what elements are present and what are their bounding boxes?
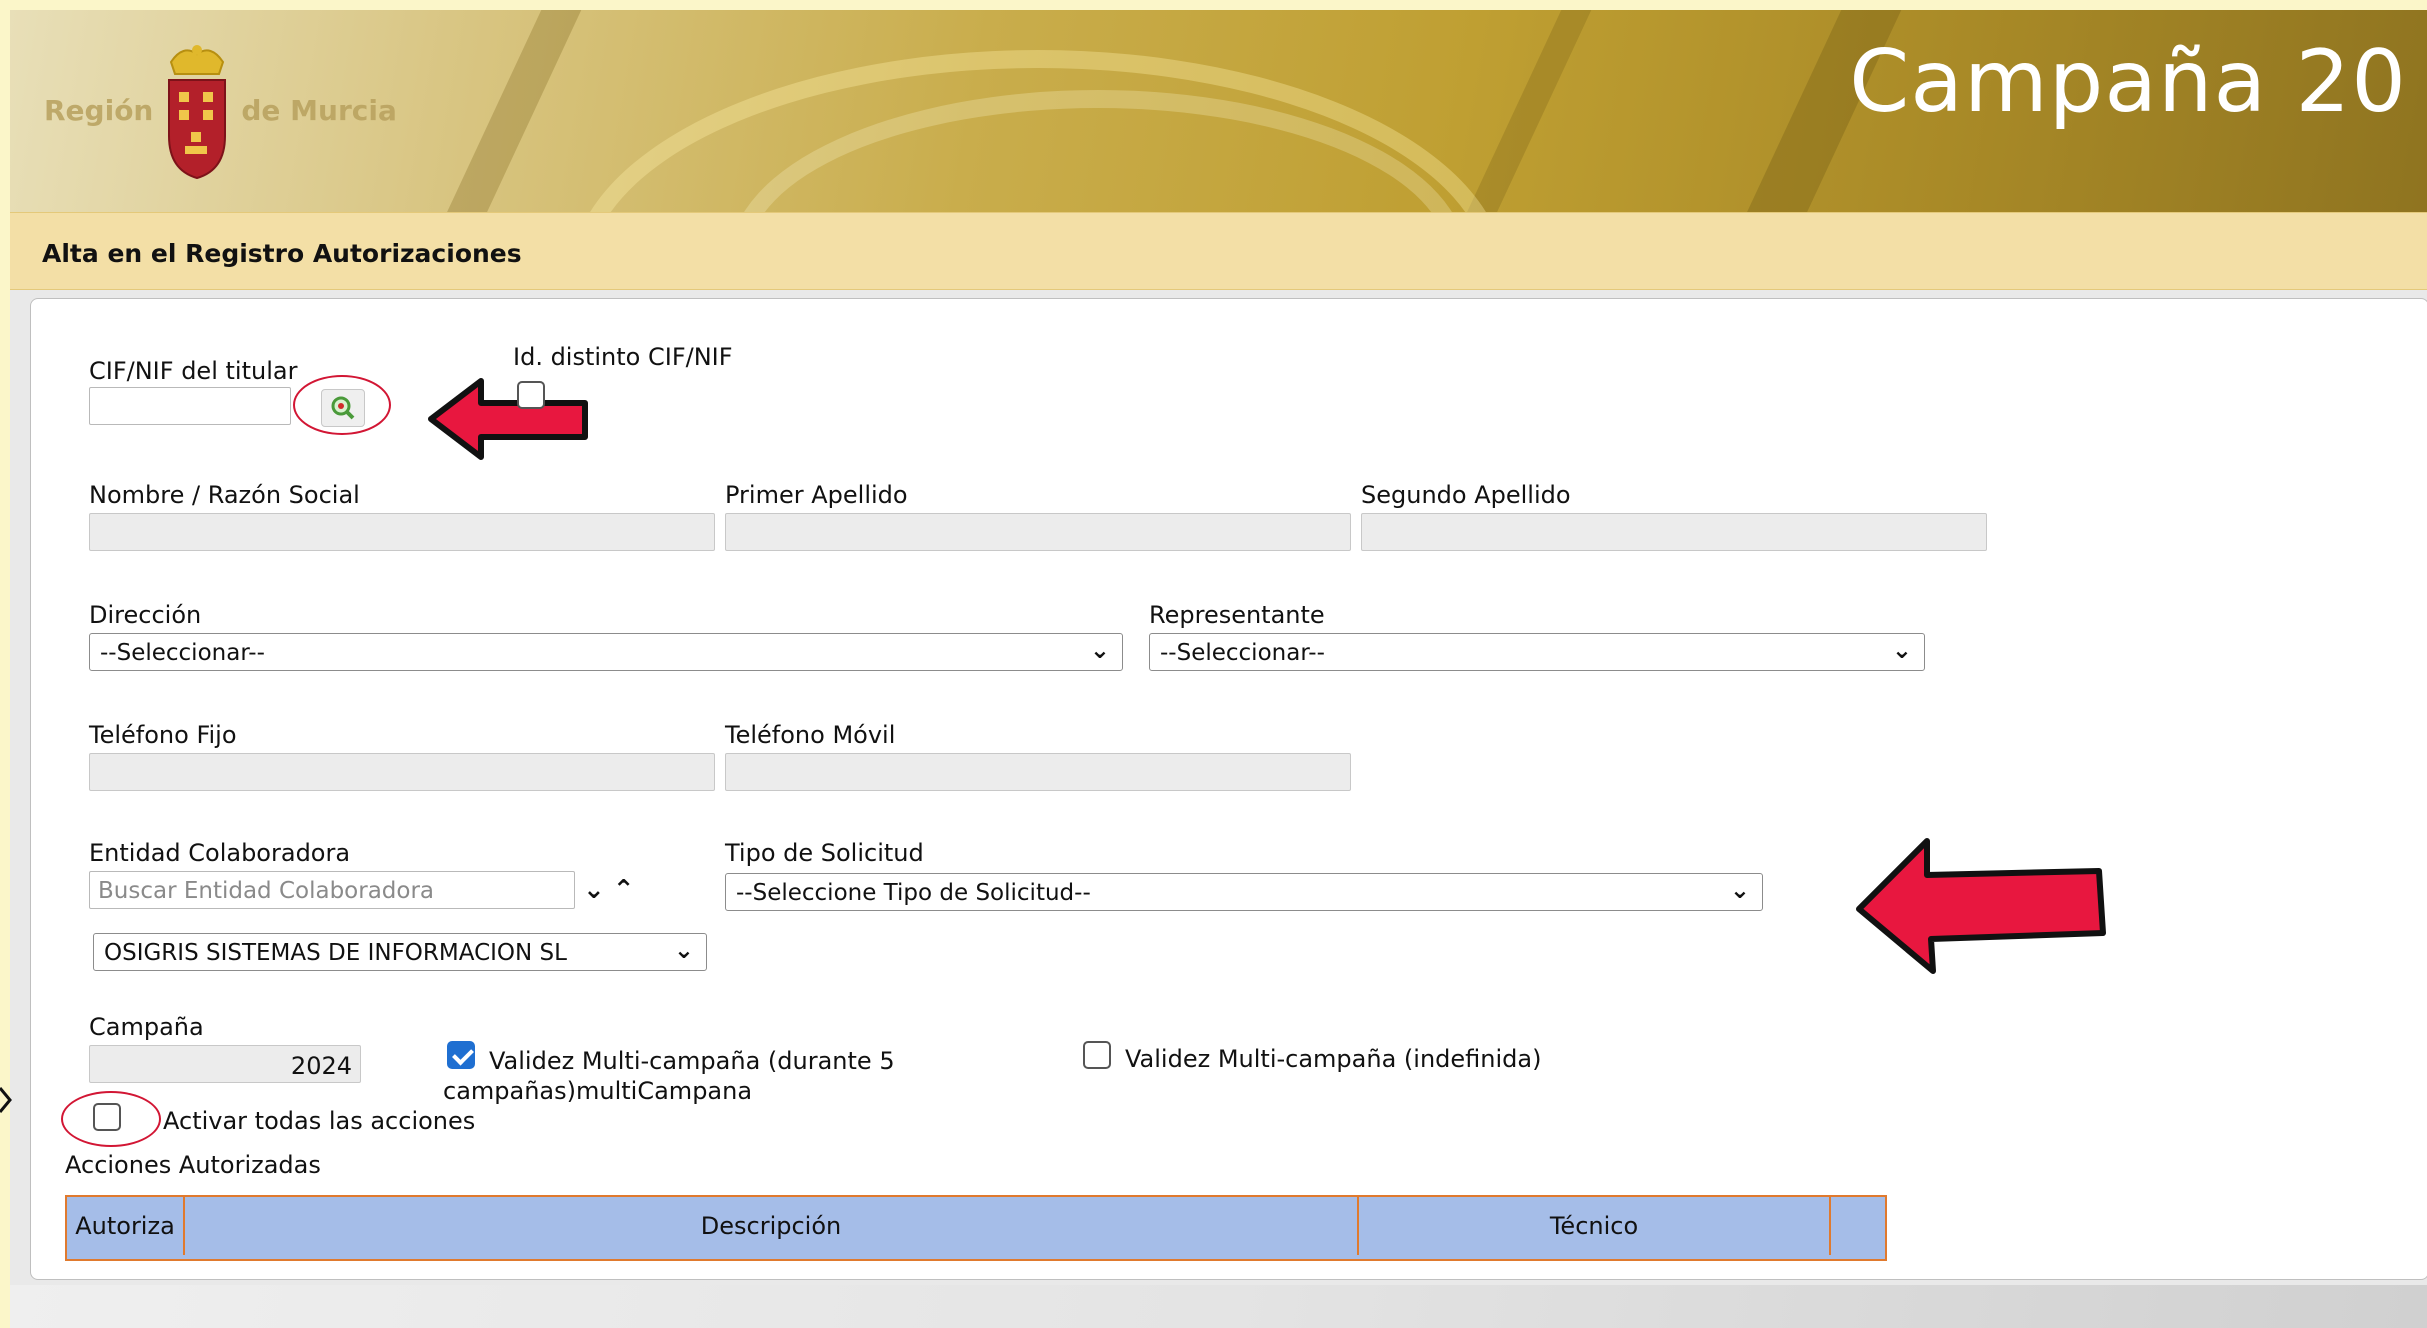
column-header-descripcion[interactable]: Descripción (185, 1197, 1359, 1255)
entidad-sort-toggle[interactable]: ⌄ ⌃ (583, 871, 645, 909)
campana-input[interactable]: 2024 (89, 1045, 361, 1083)
tipo-solicitud-label: Tipo de Solicitud (725, 839, 924, 867)
chevron-up-icon: ⌃ (612, 875, 635, 905)
entidad-search-input[interactable]: Buscar Entidad Colaboradora (89, 871, 575, 909)
campana-label: Campaña (89, 1013, 204, 1041)
page-frame: Región de Murcia Campaña 20 Alta en el R… (10, 10, 2427, 1328)
multi-indef-checkbox[interactable] (1083, 1041, 1111, 1069)
column-header-tecnico[interactable]: Técnico (1359, 1197, 1831, 1255)
entidad-value: OSIGRIS SISTEMAS DE INFORMACION SL (104, 940, 567, 966)
column-header-autoriza[interactable]: Autoriza (67, 1197, 185, 1255)
logo-text-left: Región (44, 93, 154, 127)
direccion-select[interactable]: --Seleccionar-- ⌄ (89, 633, 1123, 671)
representante-value: --Seleccionar-- (1160, 640, 1325, 666)
tipo-solicitud-select[interactable]: --Seleccione Tipo de Solicitud-- ⌄ (725, 873, 1763, 911)
chevron-down-icon: ⌄ (583, 875, 605, 905)
multi5-label-line1: Validez Multi-campaña (durante 5 (489, 1047, 895, 1075)
section-title: Alta en el Registro Autorizaciones (42, 239, 522, 268)
annotation-arrow-search (428, 378, 588, 460)
cif-label: CIF/NIF del titular (89, 357, 298, 385)
cif-input[interactable] (89, 387, 291, 425)
region-murcia-logo[interactable]: Región de Murcia (44, 40, 397, 180)
section-header: Alta en el Registro Autorizaciones (10, 212, 2427, 290)
annotation-circle-search (293, 375, 391, 435)
campaign-title: Campaña 20 (1849, 32, 2407, 132)
annotation-arrow-tipo (1856, 838, 2106, 974)
chevron-down-icon: ⌄ (1729, 876, 1750, 904)
id-distinto-label: Id. distinto CIF/NIF (513, 343, 733, 371)
acciones-table: Autoriza Descripción Técnico (65, 1195, 1887, 1261)
chevron-down-icon: ⌄ (673, 936, 694, 964)
segundo-apellido-input[interactable] (1361, 513, 1987, 551)
form-panel: CIF/NIF del titular Id. distinto CIF/NIF… (30, 298, 2427, 1280)
id-distinto-checkbox[interactable] (517, 381, 545, 409)
telefono-movil-label: Teléfono Móvil (725, 721, 896, 749)
representante-label: Representante (1149, 601, 1325, 629)
segundo-apellido-label: Segundo Apellido (1361, 481, 1571, 509)
direccion-value: --Seleccionar-- (100, 640, 265, 666)
multi-indef-label: Validez Multi-campaña (indefinida) (1125, 1045, 1542, 1073)
chevron-down-icon: ⌄ (1089, 636, 1110, 664)
tipo-solicitud-value: --Seleccione Tipo de Solicitud-- (736, 880, 1091, 906)
telefono-fijo-input[interactable] (89, 753, 715, 791)
multi5-label-line2: campañas)multiCampana (443, 1077, 753, 1105)
nombre-label: Nombre / Razón Social (89, 481, 360, 509)
telefono-movil-input[interactable] (725, 753, 1351, 791)
page-footer-background (10, 1285, 2427, 1328)
entidad-label: Entidad Colaboradora (89, 839, 351, 867)
direccion-label: Dirección (89, 601, 202, 629)
nombre-input[interactable] (89, 513, 715, 551)
annotation-circle-activar (61, 1091, 161, 1147)
acciones-label: Acciones Autorizadas (65, 1151, 321, 1179)
telefono-fijo-label: Teléfono Fijo (89, 721, 237, 749)
activar-todas-label: Activar todas las acciones (163, 1107, 476, 1135)
primer-apellido-input[interactable] (725, 513, 1351, 551)
logo-text-right: de Murcia (241, 93, 397, 127)
multi5-checkbox[interactable] (447, 1041, 475, 1069)
crest-icon (163, 40, 231, 180)
primer-apellido-label: Primer Apellido (725, 481, 908, 509)
chevron-down-icon: ⌄ (1891, 636, 1912, 664)
header-banner: Región de Murcia Campaña 20 (10, 10, 2427, 212)
representante-select[interactable]: --Seleccionar-- ⌄ (1149, 633, 1925, 671)
annotation-arrow-edge (0, 1087, 12, 1113)
entidad-select[interactable]: OSIGRIS SISTEMAS DE INFORMACION SL ⌄ (93, 933, 707, 971)
